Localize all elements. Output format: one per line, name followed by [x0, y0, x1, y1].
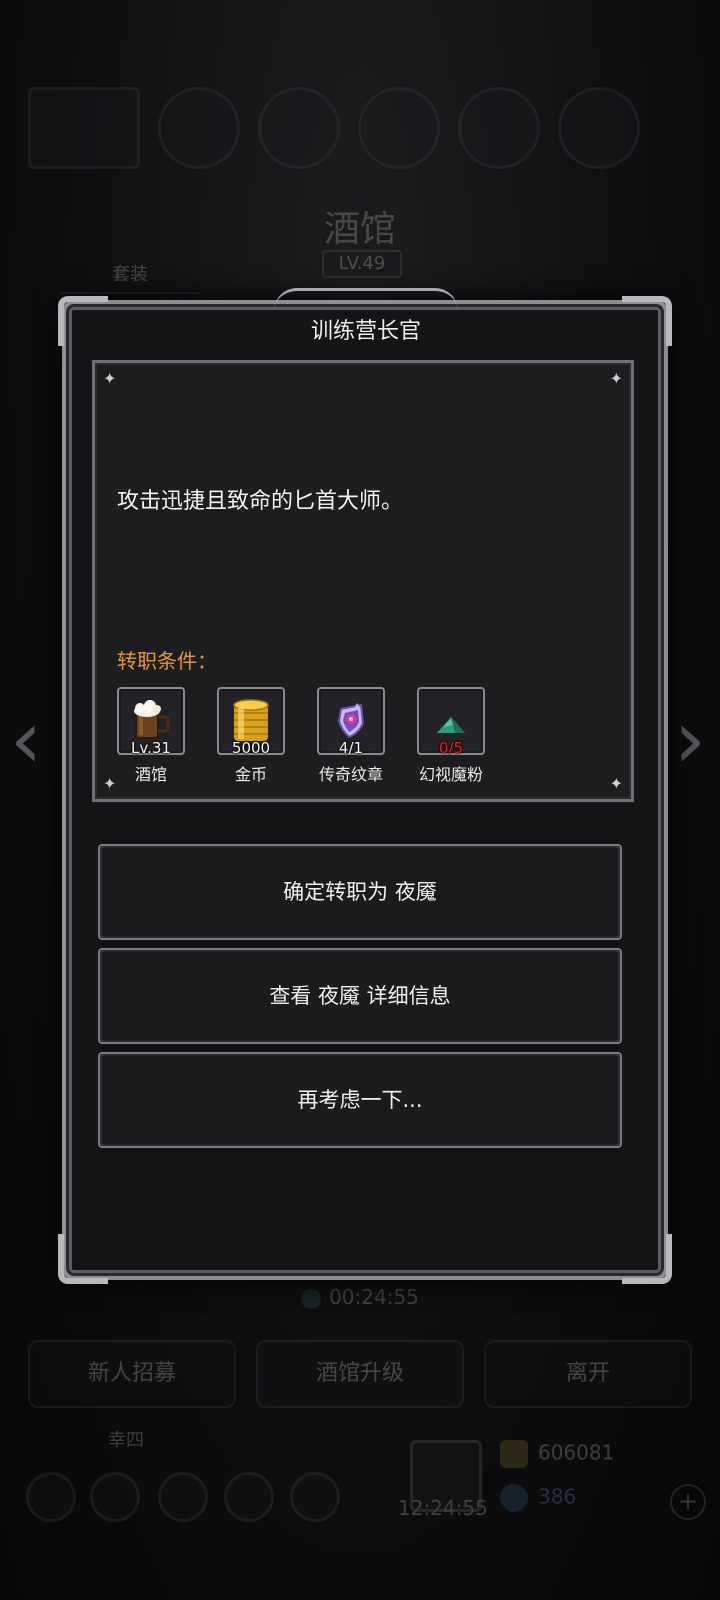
view-class-details-button[interactable]: 查看 夜魇 详细信息	[98, 948, 622, 1044]
requirement-value: 5000	[231, 739, 271, 757]
requirement-value: 0/5	[438, 739, 464, 757]
timer-icon	[301, 1288, 322, 1309]
tab-set: 套装	[60, 258, 200, 294]
add-currency-icon: +	[670, 1484, 706, 1520]
recruit-timer: 00:24:55	[0, 1285, 720, 1309]
description-panel: ✦ ✦ ✦ ✦ 攻击迅捷且致命的匕首大师。 转职条件： Lv.31 酒馆 500…	[92, 360, 634, 802]
frame-corner-ornament	[58, 296, 108, 346]
skill-orb-icon	[358, 87, 440, 169]
building-title: 酒馆	[323, 209, 396, 250]
requirement-name: 金币	[234, 765, 267, 784]
frame-corner-ornament	[58, 1234, 108, 1284]
sparkle-icon: ✦	[609, 774, 623, 793]
skill-orb-icon	[558, 87, 640, 169]
menu-round-icon	[26, 1472, 76, 1522]
gold-coins-icon	[233, 699, 269, 741]
job-change-dialog: 训练营长官 ✦ ✦ ✦ ✦ 攻击迅捷且致命的匕首大师。 转职条件： Lv.31 …	[58, 288, 672, 1284]
beer-mug-icon	[134, 700, 170, 739]
sparkle-icon: ✦	[103, 774, 117, 793]
requirement-emblem[interactable]: 4/1 传奇纹章	[317, 687, 385, 785]
portrait-icon	[28, 87, 140, 169]
requirement-tavern[interactable]: Lv.31 酒馆	[117, 687, 185, 785]
menu-round-icon	[90, 1472, 140, 1522]
requirement-name: 酒馆	[134, 765, 167, 784]
gold-icon	[500, 1440, 528, 1468]
confirm-job-change-button[interactable]: 确定转职为 夜魇	[98, 844, 622, 940]
requirements-label: 转职条件：	[117, 649, 217, 673]
requirement-slot[interactable]: 0/5	[417, 687, 485, 757]
menu-round-icon	[158, 1472, 208, 1522]
building-level: LV.49	[322, 250, 402, 278]
requirement-slot[interactable]: 4/1	[317, 687, 385, 757]
menu-round-icon	[290, 1472, 340, 1522]
gem-amount: 386	[538, 1484, 577, 1509]
class-description: 攻击迅捷且致命的匕首大师。	[117, 489, 404, 514]
frame-corner-ornament	[622, 1234, 672, 1284]
requirement-powder[interactable]: 0/5 幻视魔粉	[417, 687, 485, 785]
menu-round-icon	[224, 1472, 274, 1522]
dialog-title: 训练营长官	[310, 319, 421, 344]
skill-orb-icon	[158, 87, 240, 169]
illusion-powder-icon	[437, 717, 465, 733]
top-icon-bar	[28, 87, 700, 169]
timer-text: 00:24:55	[329, 1285, 419, 1309]
gold-amount: 606081	[538, 1440, 615, 1465]
gem-counter: 386	[500, 1484, 576, 1512]
reconsider-button[interactable]: 再考虑一下...	[98, 1052, 622, 1148]
skill-orb-icon	[458, 87, 540, 169]
gem-icon	[500, 1484, 528, 1512]
requirement-gold[interactable]: 5000 金币	[217, 687, 285, 785]
requirement-slot[interactable]: Lv.31	[117, 687, 185, 757]
sparkle-icon: ✦	[103, 369, 117, 388]
title-ornament	[274, 288, 458, 311]
frame-corner-ornament	[622, 296, 672, 346]
requirement-value: 4/1	[338, 739, 364, 757]
requirement-value: Lv.31	[131, 739, 171, 757]
chest-timer: 12:24:55	[398, 1496, 488, 1520]
requirement-slot[interactable]: 5000	[217, 687, 285, 757]
requirements-list: Lv.31 酒馆 5000 金币 4/1 传奇纹章 0/5 幻视魔粉	[117, 687, 485, 785]
requirement-name: 幻视魔粉	[418, 765, 483, 784]
recruit-button: 新人招募	[28, 1340, 236, 1408]
previous-arrow-icon[interactable]: ‹	[10, 700, 42, 780]
tavern-button-row: 新人招募 酒馆升级 离开	[28, 1340, 692, 1408]
skill-orb-icon	[258, 87, 340, 169]
upgrade-tavern-button: 酒馆升级	[256, 1340, 464, 1408]
player-name: 幸四	[108, 1430, 144, 1451]
leave-button: 离开	[484, 1340, 692, 1408]
sparkle-icon: ✦	[609, 369, 623, 388]
next-arrow-icon[interactable]: ›	[674, 700, 706, 780]
legendary-emblem-icon	[337, 703, 365, 739]
requirement-name: 传奇纹章	[318, 765, 383, 784]
gold-counter: 606081	[500, 1440, 614, 1468]
